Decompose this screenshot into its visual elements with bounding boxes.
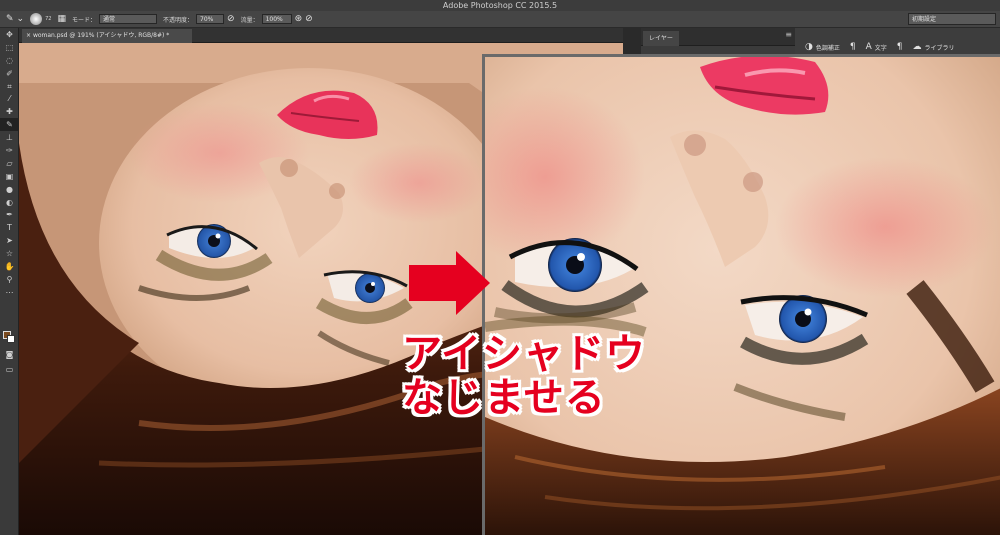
- flow-control: 流量： 100% ⊛ ⊘: [241, 14, 313, 24]
- zoom-inset: [482, 54, 1000, 535]
- brush-panel-icon: ▦: [57, 14, 66, 24]
- blur-icon[interactable]: ●: [0, 183, 19, 196]
- eyedropper-icon[interactable]: ⁄: [0, 92, 19, 105]
- type-icon[interactable]: T: [0, 221, 19, 234]
- flow-label: 流量：: [240, 16, 259, 24]
- chevron-down-icon: ⌄: [16, 14, 25, 24]
- mode-label: モード：: [71, 16, 96, 24]
- healing-icon[interactable]: ✚: [0, 105, 19, 118]
- options-bar: ✎ ⌄ 72 ▦ モード： 通常 不透明度： 70% ⊘ 流量： 100% ⊛ ⊘: [0, 11, 1000, 28]
- flow-field[interactable]: 100%: [261, 14, 292, 24]
- close-icon[interactable]: ×: [26, 32, 33, 39]
- gradient-icon[interactable]: ▣: [0, 170, 19, 183]
- move-icon[interactable]: ✥: [0, 28, 19, 41]
- tools-panel: ✥ ⬚ ◌ ✐ ⌗ ⁄ ✚ ✎ ⊥ ✑ ▱ ▣ ● ◐ ✒ T ➤ ☆ ✋ ⚲ …: [0, 28, 19, 535]
- libraries-panel-button[interactable]: ☁ ライブラリ: [913, 42, 955, 52]
- brush-size: 72: [45, 16, 52, 22]
- screen-mode-icon[interactable]: ▭: [0, 363, 19, 376]
- paragraph-icon: ¶: [896, 42, 903, 52]
- window-title: Adobe Photoshop CC 2015.5: [442, 1, 558, 10]
- history-brush-icon[interactable]: ✑: [0, 144, 19, 157]
- paragraph-panel-button[interactable]: ¶: [897, 42, 903, 52]
- pressure-size-icon[interactable]: ⊘: [305, 14, 313, 24]
- brush-tool-icon: ✎: [6, 14, 14, 24]
- background-color-swatch[interactable]: [7, 335, 15, 343]
- document-tab[interactable]: × woman.psd @ 191% (アイシャドウ, RGB/8#) *: [22, 29, 192, 43]
- opacity-label: 不透明度：: [163, 16, 194, 24]
- title-bar: Adobe Photoshop CC 2015.5: [0, 0, 1000, 11]
- dodge-icon[interactable]: ◐: [0, 196, 19, 209]
- brush-panel-toggle[interactable]: ▦: [57, 14, 66, 24]
- caption-line-2: なじませる: [402, 375, 606, 421]
- marquee-icon[interactable]: ⬚: [0, 41, 19, 54]
- mode-select[interactable]: 通常: [99, 14, 157, 24]
- more-tools-icon[interactable]: ⋯: [0, 286, 19, 299]
- pressure-opacity-icon[interactable]: ⊘: [227, 14, 235, 24]
- crop-icon[interactable]: ⌗: [0, 80, 19, 93]
- lasso-icon[interactable]: ◌: [0, 54, 19, 67]
- document-tab-bar: × woman.psd @ 191% (アイシャドウ, RGB/8#) *: [19, 28, 623, 43]
- annotation-arrow-head: [456, 251, 490, 315]
- character-panel-button[interactable]: A 文字: [866, 42, 887, 52]
- adjustments-label: 色調補正: [815, 44, 840, 52]
- styles-icon: ¶: [849, 42, 856, 52]
- zoom-icon[interactable]: ⚲: [0, 273, 19, 286]
- quick-mask-icon[interactable]: ◙: [0, 348, 19, 361]
- hand-icon[interactable]: ✋: [0, 260, 19, 273]
- workspace-presets[interactable]: 初期設定: [908, 13, 996, 25]
- eraser-icon[interactable]: ▱: [0, 157, 19, 170]
- photo-woman-face-zoomed: [485, 57, 1000, 535]
- path-select-icon[interactable]: ➤: [0, 234, 19, 247]
- paragraph-styles-button[interactable]: ¶: [850, 42, 856, 52]
- libraries-label: ライブラリ: [924, 44, 955, 52]
- airbrush-icon[interactable]: ⊛: [295, 14, 303, 24]
- character-icon: A: [865, 42, 872, 52]
- panel-menu-icon[interactable]: ≡: [785, 30, 792, 39]
- annotation-caption: アイシャドウ なじませる: [402, 332, 646, 420]
- annotation-arrow: [409, 265, 461, 301]
- character-label: 文字: [874, 44, 887, 52]
- brush-picker[interactable]: 72: [30, 13, 51, 25]
- cloud-icon: ☁: [912, 42, 922, 52]
- opacity-field[interactable]: 70%: [196, 14, 225, 24]
- quick-select-icon[interactable]: ✐: [0, 67, 19, 80]
- tool-preset-picker[interactable]: ✎ ⌄: [6, 14, 24, 24]
- layers-panel-tabs: レイヤー ≡: [641, 28, 795, 46]
- stamp-icon[interactable]: ⊥: [0, 131, 19, 144]
- mode-control: モード： 通常: [72, 14, 157, 24]
- adjustments-panel-button[interactable]: ◑ 色調補正: [805, 42, 840, 52]
- brush-tip-icon: [30, 13, 43, 25]
- document-tab-label: woman.psd @ 191% (アイシャドウ, RGB/8#) *: [32, 32, 170, 39]
- adjustments-icon: ◑: [805, 42, 813, 52]
- pen-icon[interactable]: ✒: [0, 208, 19, 221]
- opacity-control: 不透明度： 70% ⊘: [163, 14, 235, 24]
- brush-icon[interactable]: ✎: [0, 118, 19, 132]
- caption-line-1: アイシャドウ: [402, 331, 646, 377]
- tab-layers[interactable]: レイヤー: [643, 31, 679, 46]
- photoshop-window: Adobe Photoshop CC 2015.5 ✎ ⌄ 72 ▦ モード： 通…: [0, 0, 1000, 535]
- shape-icon[interactable]: ☆: [0, 247, 19, 260]
